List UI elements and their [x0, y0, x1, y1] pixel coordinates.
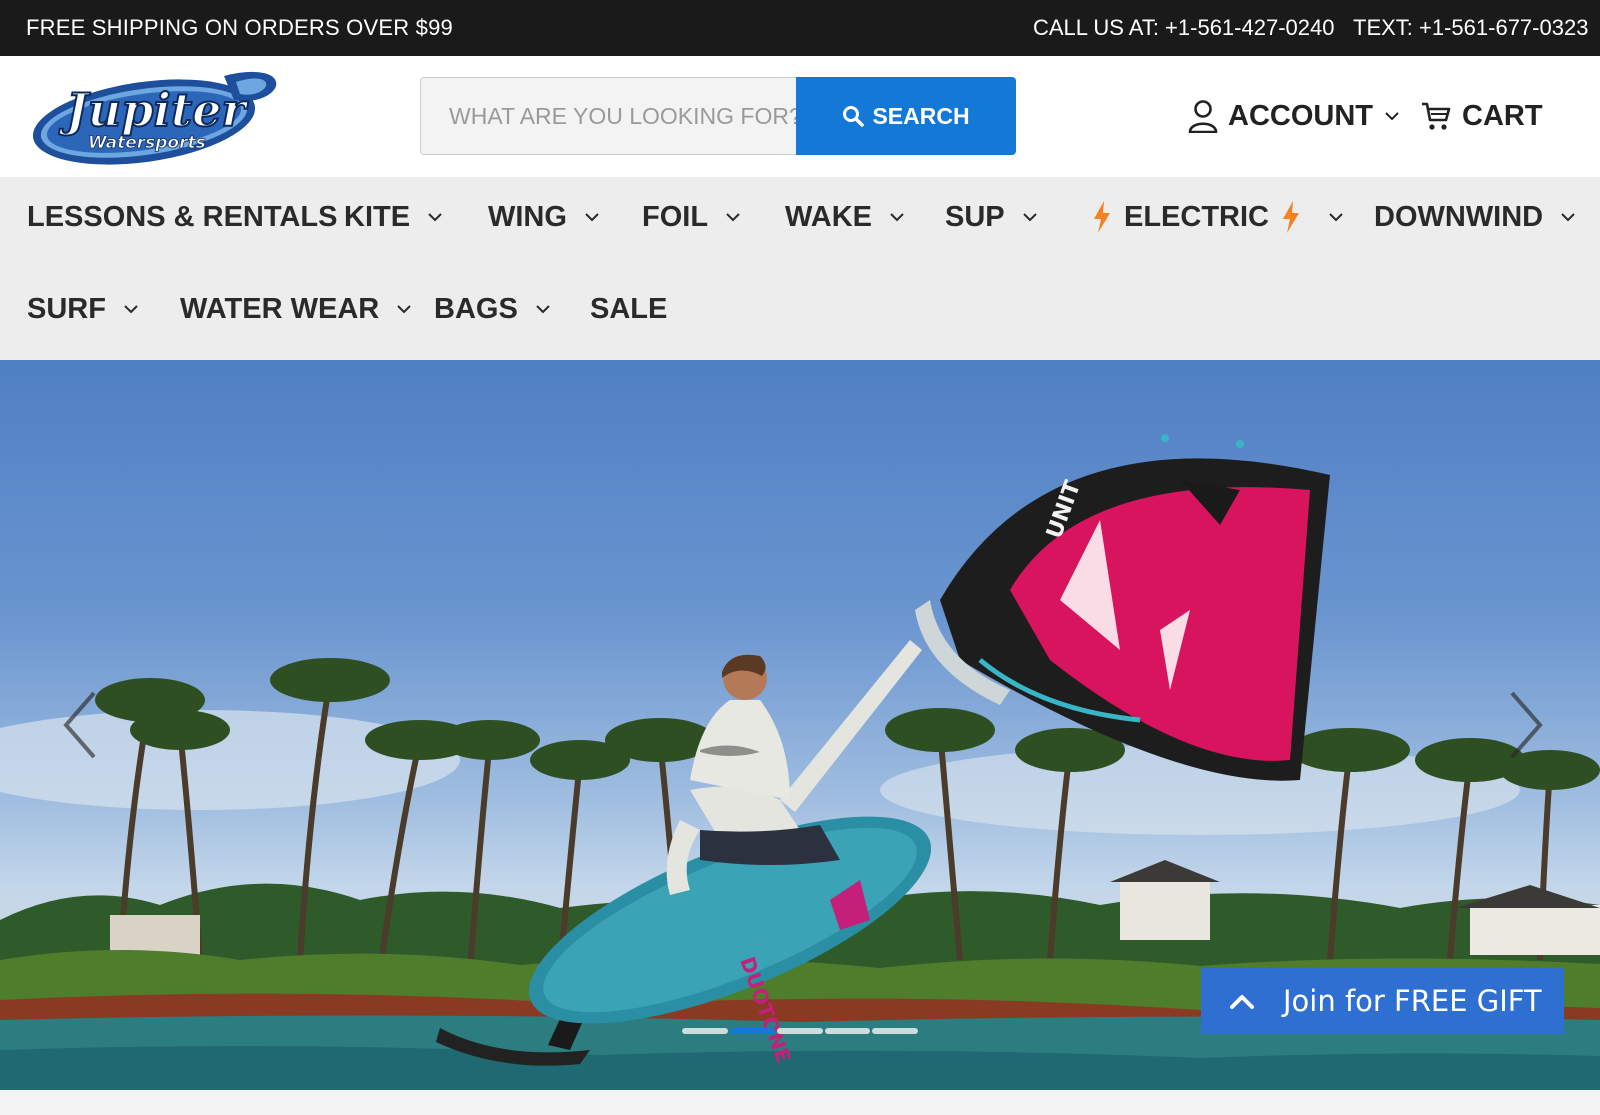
- cart-label: CART: [1462, 99, 1543, 132]
- nav-item-label: LESSONS & RENTALS: [27, 200, 338, 233]
- top-announcement-bar: FREE SHIPPING ON ORDERS OVER $99 CALL US…: [0, 0, 1600, 56]
- nav-item-downwind[interactable]: DOWNWIND: [1374, 197, 1577, 237]
- nav-item-label: FOIL: [642, 200, 709, 233]
- lightning-bolt-icon: [1283, 201, 1299, 233]
- chevron-down-icon: [124, 305, 138, 314]
- chevron-down-icon: [1385, 112, 1399, 121]
- page-below-fold: [0, 1090, 1600, 1115]
- carousel-dot[interactable]: [872, 1028, 918, 1034]
- user-icon: [1188, 100, 1218, 133]
- nav-item-label: SUP: [945, 200, 1005, 233]
- search-form: SEARCH: [420, 77, 1016, 155]
- nav-item-label: ELECTRIC: [1124, 200, 1269, 233]
- logo-subtext: Watersports: [88, 133, 206, 153]
- main-navigation: LESSONS & RENTALS KITE WING FOIL WAKE SU…: [0, 177, 1600, 360]
- cart-icon: [1422, 102, 1451, 130]
- chevron-down-icon: [1329, 213, 1343, 222]
- carousel-dot[interactable]: [824, 1028, 871, 1034]
- chevron-down-icon: [1022, 213, 1037, 222]
- search-button-label: SEARCH: [872, 102, 970, 129]
- nav-item-label: SURF: [27, 292, 106, 325]
- carousel-dot[interactable]: [682, 1028, 728, 1034]
- carousel-dot[interactable]: [729, 1028, 776, 1034]
- account-menu[interactable]: ACCOUNT: [1188, 96, 1401, 136]
- search-input[interactable]: [420, 77, 800, 155]
- carousel-indicators: [682, 1028, 920, 1036]
- nav-item-electric[interactable]: ELECTRIC: [1092, 197, 1345, 237]
- lightning-bolt-icon: [1094, 201, 1110, 233]
- nav-item-surf[interactable]: SURF: [27, 289, 140, 329]
- chevron-down-icon: [726, 213, 740, 222]
- nav-item-label: SALE: [590, 292, 668, 325]
- nav-item-bags[interactable]: BAGS: [434, 289, 552, 329]
- nav-item-label: WAKE: [785, 200, 872, 233]
- carousel-prev-arrow[interactable]: [56, 685, 106, 765]
- nav-item-label: WATER WEAR: [180, 292, 380, 325]
- nav-item-lessons-rentals[interactable]: LESSONS & RENTALS: [27, 197, 337, 237]
- nav-item-foil[interactable]: FOIL: [642, 197, 742, 237]
- join-free-gift-button[interactable]: Join for FREE GIFT: [1201, 968, 1564, 1034]
- cart-link[interactable]: CART: [1420, 96, 1543, 136]
- nav-item-label: KITE: [344, 200, 411, 233]
- logo-wordmark: Jupiter: [58, 83, 249, 137]
- nav-item-wake[interactable]: WAKE: [785, 197, 906, 237]
- nav-item-sale[interactable]: SALE: [590, 289, 667, 329]
- nav-item-sup[interactable]: SUP: [945, 197, 1039, 237]
- account-label: ACCOUNT: [1228, 99, 1373, 132]
- text-us-phone[interactable]: TEXT: +1-561-677-0323: [1353, 15, 1588, 41]
- chevron-down-icon: [397, 305, 411, 314]
- chevron-up-icon: [1230, 995, 1254, 1009]
- jupiter-watersports-logo[interactable]: Jupiter Watersports: [24, 64, 284, 168]
- nav-item-label: BAGS: [434, 292, 518, 325]
- site-header: Jupiter Watersports SEARCH ACCOUNT CART: [0, 56, 1600, 177]
- nav-item-water-wear[interactable]: WATER WEAR: [180, 289, 413, 329]
- nav-item-label: DOWNWIND: [1374, 200, 1544, 233]
- chevron-down-icon: [890, 213, 904, 222]
- free-shipping-notice: FREE SHIPPING ON ORDERS OVER $99: [26, 15, 453, 40]
- nav-item-kite[interactable]: KITE: [344, 197, 444, 237]
- free-gift-label: Join for FREE GIFT: [1283, 984, 1542, 1018]
- call-us-phone[interactable]: CALL US AT: +1-561-427-0240: [1033, 15, 1334, 41]
- carousel-dot[interactable]: [777, 1028, 823, 1034]
- chevron-down-icon: [1561, 213, 1575, 222]
- nav-item-label: WING: [488, 200, 567, 233]
- nav-item-wing[interactable]: WING: [488, 197, 601, 237]
- carousel-next-arrow[interactable]: [1500, 685, 1550, 765]
- chevron-down-icon: [428, 213, 442, 222]
- search-button[interactable]: SEARCH: [796, 77, 1016, 155]
- chevron-down-icon: [585, 213, 599, 222]
- search-icon: [843, 106, 865, 127]
- chevron-down-icon: [536, 305, 550, 314]
